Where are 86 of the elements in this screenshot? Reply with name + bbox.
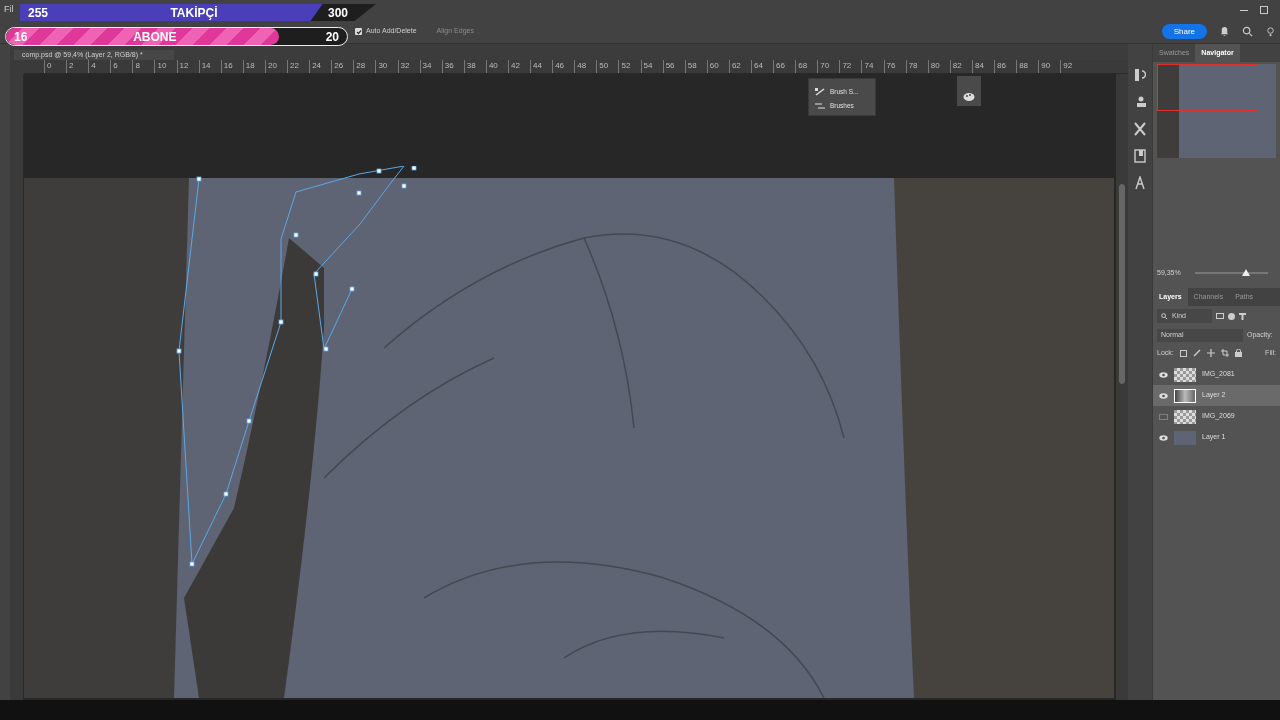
ruler-number: 26 [331,60,354,73]
ruler-number: 22 [287,60,310,73]
ruler-number: 80 [927,60,950,73]
glyphs-icon[interactable] [1134,176,1146,190]
ruler-number: 16 [220,60,243,73]
ruler-number: 42 [507,60,531,73]
ruler-number: 14 [198,60,221,73]
minimize-icon[interactable] [1240,9,1248,11]
eye-icon[interactable] [1159,371,1168,378]
notification-icon[interactable] [1219,26,1230,37]
lightbulb-icon[interactable] [1265,26,1276,37]
subscriber-label: ABONE [132,28,178,45]
lock-transparent-icon[interactable] [1179,349,1187,357]
subscriber-count: 16 [14,28,29,45]
ruler-number: 66 [773,60,796,73]
eye-icon[interactable] [1159,434,1168,441]
ruler-number: 64 [751,60,774,73]
ruler-number: 38 [463,60,486,73]
ruler-number: 70 [817,60,840,73]
follower-goal: 300 [327,4,348,22]
ruler-number: 44 [530,60,553,73]
crop-icon[interactable] [1220,349,1229,357]
share-button[interactable]: Share [1161,24,1207,39]
ruler-number: 74 [861,60,884,73]
ruler-number: 90 [1038,60,1061,73]
ruler-number: 86 [994,60,1017,73]
ruler-number: 76 [883,60,906,73]
ruler-number: 18 [242,60,265,73]
menu-item[interactable]: Fil [4,3,14,17]
scrollbar-thumb[interactable] [1119,184,1125,384]
follower-label: TAKİPÇİ [169,4,219,22]
layer-thumbnail [1174,409,1196,424]
ruler-number: 20 [264,60,288,73]
ruler-number: 6 [110,60,133,73]
adjustment-filter-icon[interactable] [1228,312,1235,320]
ruler-number: 0 [44,60,67,73]
subscriber-goal: 20 [325,28,339,45]
layer-thumbnail [1174,367,1196,382]
ruler-number: 56 [662,60,685,73]
layer-thumbnail [1174,430,1196,445]
checkmark-icon [355,28,362,35]
ruler-number: 78 [905,60,928,73]
restore-icon[interactable] [1260,6,1268,14]
ruler-number: 92 [1060,60,1083,73]
ruler-number: 58 [684,60,707,73]
ruler-number: 88 [1016,60,1039,73]
ruler-number: 50 [596,60,619,73]
ruler-number: 32 [397,60,420,73]
brushes-icon [815,101,825,110]
eye-icon[interactable] [1159,392,1168,399]
ruler-number: 54 [640,60,663,73]
ruler-number: 82 [949,60,972,73]
ruler-number: 46 [552,60,575,73]
ruler-number: 84 [971,60,995,73]
image-filter-icon[interactable] [1216,313,1224,319]
move-icon[interactable] [1206,349,1215,357]
ruler-number: 30 [375,60,398,73]
ruler-number: 34 [419,60,442,73]
ruler-number: 12 [176,60,199,73]
ruler-number: 10 [154,60,177,73]
ruler-number: 28 [353,60,376,73]
type-filter-icon[interactable] [1239,312,1246,320]
ruler-number: 68 [795,60,818,73]
ruler-number: 4 [88,60,111,73]
ruler-number: 62 [728,60,751,73]
ruler-number: 72 [839,60,862,73]
ruler-number: 2 [66,60,89,73]
brush-settings-icon [815,87,825,96]
brush-icon[interactable] [1192,349,1201,357]
layer-thumbnail [1174,388,1196,403]
ruler-number: 36 [441,60,464,73]
ruler-number: 8 [132,60,155,73]
palette-icon[interactable] [963,92,975,102]
lock-icon[interactable] [1234,349,1242,357]
book-icon[interactable] [1134,149,1146,163]
ruler-number: 52 [618,60,641,73]
stamp-icon[interactable] [1134,95,1146,109]
ruler-number: 40 [485,60,508,73]
follower-count: 255 [27,4,50,22]
ruler-number: 48 [574,60,597,73]
tools-icon[interactable] [1134,122,1146,136]
ruler-number: 24 [309,60,332,73]
ruler-number: 60 [706,60,729,73]
search-icon[interactable] [1242,26,1253,37]
history-icon[interactable] [1134,68,1146,82]
search-icon [1161,312,1168,320]
